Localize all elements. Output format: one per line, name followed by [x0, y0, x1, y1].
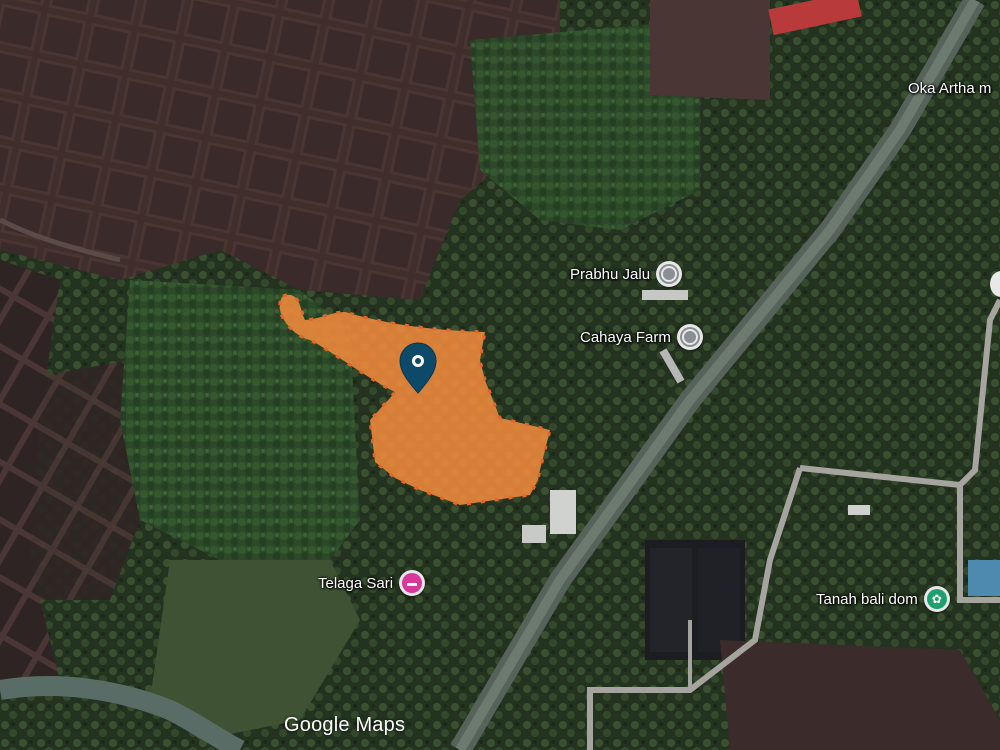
place-prabhu-jalu[interactable]: Prabhu Jalu	[570, 261, 683, 287]
place-pin-icon	[676, 324, 703, 350]
satellite-map[interactable]	[0, 0, 1000, 750]
flower-icon: ✿	[923, 586, 950, 612]
place-oka-artha[interactable]: Oka Artha m	[908, 80, 991, 97]
place-label: Prabhu Jalu	[570, 265, 651, 283]
place-label: Cahaya Farm	[580, 328, 671, 346]
place-label: Tanah bali dom	[816, 590, 918, 608]
place-telaga-sari[interactable]: Telaga Sari ▬	[318, 570, 426, 596]
place-label: Oka Artha m	[908, 80, 992, 97]
place-tanah-bali-dom[interactable]: Tanah bali dom ✿	[816, 586, 950, 612]
place-pin-icon	[656, 261, 683, 287]
hotel-bed-icon: ▬	[399, 570, 426, 596]
google-maps-logo: Google Maps	[284, 714, 406, 736]
place-label: Telaga Sari	[318, 574, 394, 592]
place-cahaya-farm[interactable]: Cahaya Farm	[580, 324, 703, 350]
